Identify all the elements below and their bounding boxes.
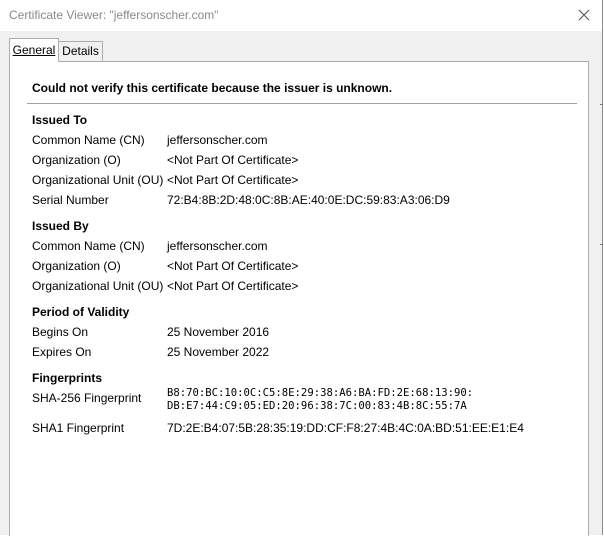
issued-to-o-label: Organization (O) (32, 153, 121, 167)
verification-warning: Could not verify this certificate becaus… (32, 81, 393, 95)
background-edge-mark (600, 244, 603, 245)
certificate-viewer-window: Certificate Viewer: "jeffersonscher.com"… (0, 0, 603, 536)
issued-to-ou-value: <Not Part Of Certificate> (167, 173, 299, 187)
sha1-label: SHA1 Fingerprint (32, 421, 125, 435)
close-icon (578, 9, 590, 21)
sha256-label: SHA-256 Fingerprint (32, 391, 142, 405)
general-panel: Could not verify this certificate becaus… (9, 61, 589, 536)
issued-to-cn-label: Common Name (CN) (32, 133, 145, 147)
tab-details-label: Details (62, 44, 99, 58)
sha256-value-line2: DB:E7:44:C9:05:ED:20:96:38:7C:00:83:4B:8… (167, 400, 467, 412)
serial-number-value: 72:B4:8B:2D:48:0C:8B:AE:40:0E:DC:59:83:A… (167, 193, 450, 207)
begins-on-value: 25 November 2016 (167, 325, 270, 339)
tab-general-label: General (12, 43, 56, 57)
window-title: Certificate Viewer: "jeffersonscher.com" (9, 8, 219, 22)
begins-on-label: Begins On (32, 325, 89, 339)
issued-by-ou-label: Organizational Unit (OU) (32, 279, 164, 293)
issued-by-o-value: <Not Part Of Certificate> (167, 259, 299, 273)
issued-by-ou-value: <Not Part Of Certificate> (167, 279, 299, 293)
issued-by-cn-label: Common Name (CN) (32, 239, 145, 253)
issued-by-cn-value: jeffersonscher.com (167, 239, 268, 253)
tab-general[interactable]: General (9, 38, 59, 62)
issued-to-o-value: <Not Part Of Certificate> (167, 153, 299, 167)
serial-number-label: Serial Number (32, 193, 109, 207)
expires-on-label: Expires On (32, 345, 92, 359)
issued-by-o-label: Organization (O) (32, 259, 121, 273)
fingerprints-heading: Fingerprints (32, 371, 103, 385)
close-button[interactable] (573, 5, 595, 25)
issued-to-ou-label: Organizational Unit (OU) (32, 173, 164, 187)
background-edge-mark (600, 104, 603, 105)
divider (27, 103, 577, 104)
title-bar[interactable]: Certificate Viewer: "jeffersonscher.com" (0, 0, 602, 31)
expires-on-value: 25 November 2022 (167, 345, 270, 359)
sha256-value-line1: B8:70:BC:10:0C:C5:8E:29:38:A6:BA:FD:2E:6… (167, 387, 474, 399)
sha1-value: 7D:2E:B4:07:5B:28:35:19:DD:CF:F8:27:4B:4… (167, 421, 524, 435)
issued-by-heading: Issued By (32, 219, 89, 233)
tab-details[interactable]: Details (58, 41, 103, 61)
issued-to-cn-value: jeffersonscher.com (167, 133, 268, 147)
validity-heading: Period of Validity (32, 305, 130, 319)
issued-to-heading: Issued To (32, 113, 88, 127)
